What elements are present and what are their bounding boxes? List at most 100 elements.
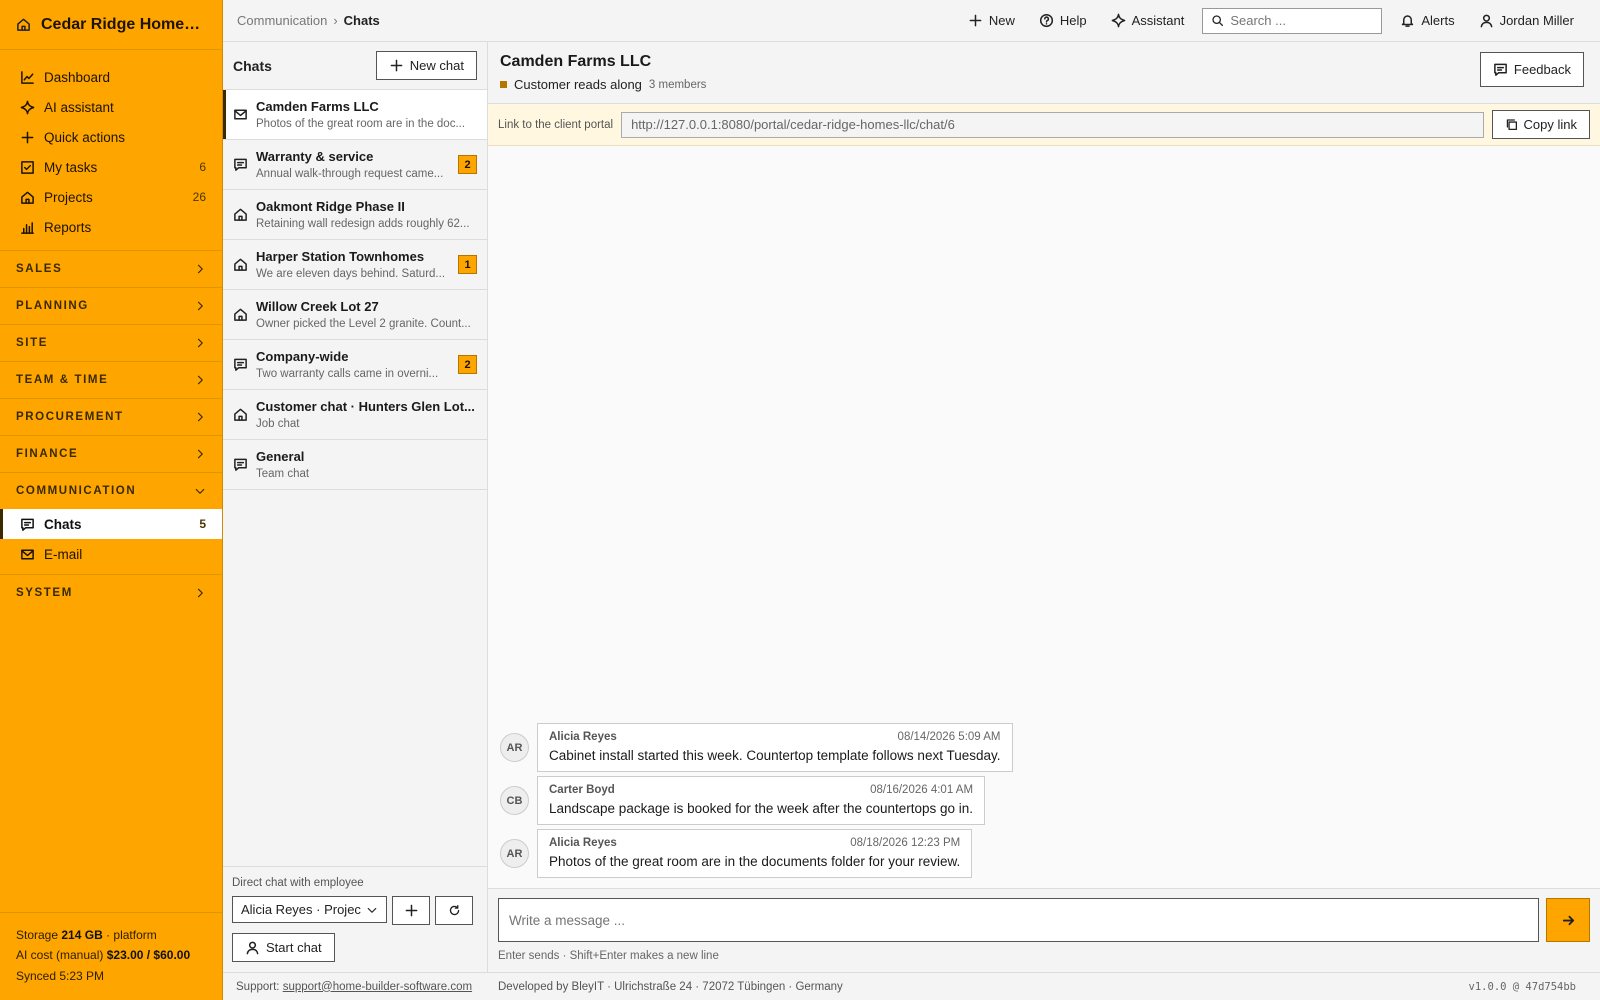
chat-item-title: Willow Creek Lot 27: [256, 299, 379, 314]
chat-list-header: Chats New chat: [223, 42, 487, 90]
message-list: AR Alicia Reyes 08/14/2026 5:09 AM Cabin…: [488, 146, 1600, 888]
plus-icon: [390, 59, 403, 72]
assistant-button[interactable]: Assistant: [1099, 13, 1197, 28]
section-team-time[interactable]: TEAM & TIME: [0, 361, 222, 398]
nav-item-my-tasks[interactable]: My tasks 6: [0, 152, 222, 182]
house-icon: [17, 18, 30, 31]
send-button[interactable]: [1546, 898, 1590, 942]
chat-list-title: Chats: [233, 57, 272, 74]
chevron-right-icon: [197, 588, 203, 598]
start-chat-button[interactable]: Start chat: [232, 933, 335, 962]
plus-icon: [21, 131, 34, 143]
chat-item-preview: We are eleven days behind. Saturd...: [256, 268, 446, 280]
nav-item-dashboard[interactable]: Dashboard: [0, 62, 222, 92]
chat-list-panel: Chats New chat Camden Farms LLC Photos o…: [223, 42, 488, 972]
brand[interactable]: Cedar Ridge Homes L...: [0, 0, 222, 50]
chat-item-preview: Owner picked the Level 2 granite. Count.…: [256, 318, 471, 330]
section-sales[interactable]: SALES: [0, 250, 222, 287]
new-button[interactable]: New: [956, 13, 1027, 28]
search-box: [1202, 7, 1383, 34]
arrow-right-icon: [1562, 915, 1574, 925]
chat-item-oakmont-ridge[interactable]: Oakmont Ridge Phase II Retaining wall re…: [223, 190, 487, 240]
chat-item-preview: Two warranty calls came in overni...: [256, 368, 439, 380]
chat-item-camden-farms[interactable]: Camden Farms LLC Photos of the great roo…: [223, 90, 487, 140]
conversation-title: Camden Farms LLC: [500, 53, 652, 70]
conversation-panel: Camden Farms LLC Customer reads along 3 …: [488, 42, 1600, 972]
chat-item-title: Harper Station Townhomes: [256, 249, 425, 264]
chat-item-title: General: [256, 449, 305, 464]
chat-item-title: Customer chat · Hunters Glen Lot...: [256, 399, 475, 414]
breadcrumb-parent[interactable]: Communication: [237, 13, 327, 28]
member-count[interactable]: 3 members: [649, 79, 707, 91]
sidebar-status: Storage 214 GB · platform AI cost (manua…: [0, 911, 222, 1000]
refresh-button[interactable]: [435, 896, 473, 925]
message-text: Cabinet install started this week. Count…: [549, 748, 1001, 763]
nav-item-quick-actions[interactable]: Quick actions: [0, 122, 222, 152]
chat-item-title: Company-wide: [256, 349, 349, 364]
chat-item-preview: Retaining wall redesign adds roughly 62.…: [256, 218, 470, 230]
house-icon: [234, 258, 247, 271]
unread-badge: 1: [458, 255, 477, 274]
chat-item-hunters-glen[interactable]: Customer chat · Hunters Glen Lot... Job …: [223, 390, 487, 440]
avatar: AR: [500, 733, 529, 762]
employee-select[interactable]: Alicia Reyes · Projec: [232, 896, 387, 923]
message-time: 08/18/2026 12:23 PM: [850, 837, 961, 849]
house-icon: [234, 208, 247, 221]
chat-item-company-wide[interactable]: Company-wide Two warranty calls came in …: [223, 340, 487, 390]
nav-item-chats[interactable]: Chats 5: [0, 509, 222, 539]
avatar: CB: [500, 786, 529, 815]
message-input[interactable]: [498, 898, 1539, 942]
chat-item-general[interactable]: General Team chat: [223, 440, 487, 490]
chat-item-preview: Annual walk-through request came...: [256, 168, 444, 180]
add-employee-button[interactable]: [392, 896, 430, 925]
copy-icon: [1506, 119, 1517, 131]
section-communication[interactable]: COMMUNICATION: [0, 472, 222, 509]
breadcrumb-current: Chats: [343, 13, 380, 28]
chats-count: 5: [199, 517, 206, 531]
nav-item-ai-assistant[interactable]: AI assistant: [0, 92, 222, 122]
section-planning[interactable]: PLANNING: [0, 287, 222, 324]
chat-item-willow-creek[interactable]: Willow Creek Lot 27 Owner picked the Lev…: [223, 290, 487, 340]
search-input[interactable]: [1230, 13, 1361, 28]
help-button[interactable]: Help: [1027, 13, 1099, 28]
breadcrumb-separator: ›: [333, 13, 338, 28]
direct-chat-panel: Direct chat with employee Alicia Reyes ·…: [223, 866, 487, 972]
main-nav: Dashboard AI assistant Quick actions My …: [0, 50, 222, 611]
alerts-button[interactable]: Alerts: [1388, 13, 1466, 28]
nav-item-reports[interactable]: Reports: [0, 212, 222, 242]
chat-bubble-icon: [234, 358, 247, 371]
portal-url-field[interactable]: http://127.0.0.1:8080/portal/cedar-ridge…: [621, 111, 1484, 138]
user-menu[interactable]: Jordan Miller: [1467, 13, 1586, 28]
chevron-right-icon: [197, 264, 203, 274]
chat-item-harper-station[interactable]: Harper Station Townhomes We are eleven d…: [223, 240, 487, 290]
chat-item-preview: Photos of the great room are in the doc.…: [256, 118, 466, 130]
feedback-button[interactable]: Feedback: [1479, 52, 1584, 87]
copy-link-button[interactable]: Copy link: [1491, 110, 1590, 139]
message-text: Landscape package is booked for the week…: [549, 801, 974, 816]
chat-item-warranty-service[interactable]: Warranty & service Annual walk-through r…: [223, 140, 487, 190]
bell-icon: [1402, 15, 1414, 27]
support-info: Support: support@home-builder-software.c…: [236, 980, 473, 993]
new-chat-button[interactable]: New chat: [375, 51, 477, 80]
support-email-link[interactable]: support@home-builder-software.com: [283, 981, 472, 993]
page-footer: Support: support@home-builder-software.c…: [223, 972, 1600, 1000]
user-icon: [1480, 14, 1492, 28]
nav-item-projects[interactable]: Projects 26: [0, 182, 222, 212]
chat-item-title: Warranty & service: [256, 149, 374, 164]
unread-badge: 2: [458, 355, 477, 374]
topbar: Communication › Chats New Help Assistant…: [223, 0, 1600, 42]
section-site[interactable]: SITE: [0, 324, 222, 361]
message: AR Alicia Reyes 08/18/2026 12:23 PM Phot…: [500, 829, 1588, 878]
checkbox-icon: [21, 160, 34, 174]
section-procurement[interactable]: PROCUREMENT: [0, 398, 222, 435]
chat-bubble-icon: [234, 158, 247, 171]
section-finance[interactable]: FINANCE: [0, 435, 222, 472]
section-system[interactable]: SYSTEM: [0, 574, 222, 611]
nav-item-email[interactable]: E-mail: [0, 539, 222, 569]
bar-chart-icon: [21, 221, 34, 234]
chat-item-title: Camden Farms LLC: [256, 99, 379, 114]
avatar: AR: [500, 839, 529, 868]
chat-bubble-icon: [1494, 63, 1507, 76]
brand-title: Cedar Ridge Homes L...: [41, 15, 206, 33]
house-icon: [234, 408, 247, 421]
